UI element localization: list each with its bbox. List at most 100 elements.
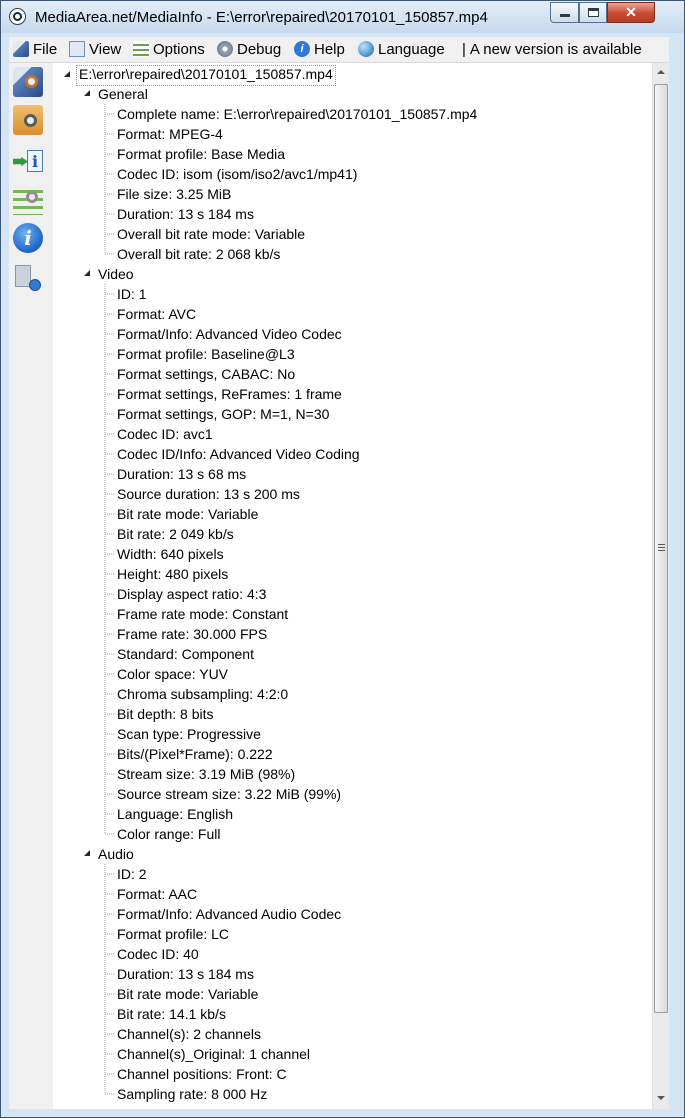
tree-item[interactable]: Channel(s)_Original: 1 channel [117, 1044, 310, 1064]
about-icon[interactable]: i [13, 223, 43, 253]
menu-new-version[interactable]: | A new version is available [462, 39, 642, 59]
tree-item[interactable]: Format: MPEG-4 [117, 124, 223, 144]
tree-section-audio[interactable]: Audio [98, 844, 134, 864]
menu-debug-label: Debug [237, 40, 282, 58]
tree-item[interactable]: Channel(s): 2 channels [117, 1024, 261, 1044]
tree-item[interactable]: Codec ID/Info: Advanced Video Coding [117, 444, 360, 464]
tree-item[interactable]: File size: 3.25 MiB [117, 184, 231, 204]
scroll-down-icon[interactable] [657, 1096, 665, 1100]
grip-icon [658, 544, 665, 552]
tree-item[interactable]: ID: 2 [117, 864, 147, 884]
tree-item[interactable]: Duration: 13 s 184 ms [117, 964, 254, 984]
tree-item[interactable]: Source stream size: 3.22 MiB (99%) [117, 784, 341, 804]
title-bar[interactable]: MediaArea.net/MediaInfo - E:\error\repai… [1, 1, 684, 33]
scrollbar-thumb[interactable] [654, 84, 668, 1013]
mediainfo-window: MediaArea.net/MediaInfo - E:\error\repai… [0, 0, 685, 1118]
open-folder-icon[interactable] [13, 105, 43, 135]
tree-section-video[interactable]: Video [98, 264, 134, 284]
options-icon [133, 41, 149, 57]
tree-item[interactable]: Bit depth: 8 bits [117, 704, 214, 724]
maximize-icon [588, 8, 599, 17]
tree-item[interactable]: Bit rate mode: Variable [117, 504, 258, 524]
tree-item[interactable]: Duration: 13 s 184 ms [117, 204, 254, 224]
close-button[interactable]: ✕ [607, 2, 655, 23]
menu-language-label: Language [378, 40, 445, 58]
tree-item[interactable]: Color space: YUV [117, 664, 228, 684]
maximize-button[interactable] [579, 2, 607, 23]
window-title: MediaArea.net/MediaInfo - E:\error\repai… [35, 9, 488, 26]
tree-item[interactable]: Codec ID: isom (isom/iso2/avc1/mp41) [117, 164, 357, 184]
tree-item[interactable]: Height: 480 pixels [117, 564, 228, 584]
minimize-button[interactable] [550, 2, 579, 23]
menu-file-label: File [33, 40, 58, 58]
tree-item[interactable]: Scan type: Progressive [117, 724, 261, 744]
window-frame-right [669, 37, 684, 1109]
tree-item[interactable]: Format: AAC [117, 884, 197, 904]
window-frame-bottom [1, 1109, 684, 1117]
open-file-icon[interactable] [13, 67, 43, 97]
tree-item[interactable]: Standard: Component [117, 644, 254, 664]
tree-item[interactable]: Overall bit rate: 2 068 kb/s [117, 244, 280, 264]
menu-language[interactable]: Language [358, 39, 445, 59]
menu-view-label: View [89, 40, 122, 58]
tree-item[interactable]: Width: 640 pixels [117, 544, 224, 564]
sidebar-toolbar: i [9, 63, 53, 1109]
menu-view[interactable]: View [69, 39, 121, 59]
tree-item[interactable]: Stream size: 3.19 MiB (98%) [117, 764, 295, 784]
language-icon [358, 41, 374, 57]
tree-root-file[interactable]: E:\error\repaired\20170101_150857.mp4 [76, 65, 336, 86]
info-tree-view[interactable]: E:\error\repaired\20170101_150857.mp4 Ge… [53, 63, 652, 1109]
tree-item[interactable]: Bit rate mode: Variable [117, 984, 258, 1004]
tree-item[interactable]: Source duration: 13 s 200 ms [117, 484, 300, 504]
tree-item[interactable]: Language: English [117, 804, 233, 824]
section-expander-icon[interactable] [84, 270, 90, 276]
web-knowledge-icon[interactable] [13, 263, 43, 293]
menu-help[interactable]: i Help [294, 39, 345, 59]
vertical-scrollbar[interactable] [652, 63, 669, 1109]
tree-item[interactable]: Format profile: LC [117, 924, 229, 944]
tree-section-general[interactable]: General [98, 84, 148, 104]
tree-item[interactable]: Format profile: Base Media [117, 144, 285, 164]
tree-item[interactable]: Chroma subsampling: 4:2:0 [117, 684, 288, 704]
tree-item[interactable]: Frame rate: 30.000 FPS [117, 624, 267, 644]
tree-item[interactable]: Overall bit rate mode: Variable [117, 224, 305, 244]
tree-item[interactable]: Format settings, ReFrames: 1 frame [117, 384, 342, 404]
tree-item[interactable]: Bit rate: 2 049 kb/s [117, 524, 234, 544]
view-icon [69, 41, 85, 57]
tree-item[interactable]: ID: 1 [117, 284, 147, 304]
export-icon[interactable] [13, 147, 43, 177]
new-version-notice: A new version is available [469, 40, 642, 58]
tree-item[interactable]: Display aspect ratio: 4:3 [117, 584, 266, 604]
tree-item[interactable]: Codec ID: 40 [117, 944, 199, 964]
tree-item[interactable]: Bit rate: 14.1 kb/s [117, 1004, 226, 1024]
section-expander-icon[interactable] [84, 90, 90, 96]
root-expander-icon[interactable] [64, 71, 70, 77]
tree-item[interactable]: Format settings, GOP: M=1, N=30 [117, 404, 329, 424]
debug-icon [217, 41, 233, 57]
tree-item[interactable]: Format settings, CABAC: No [117, 364, 295, 384]
tree-item[interactable]: Color range: Full [117, 824, 221, 844]
tree-item[interactable]: Format: AVC [117, 304, 196, 324]
tree-item[interactable]: Format/Info: Advanced Audio Codec [117, 904, 341, 924]
tree-item[interactable]: Bits/(Pixel*Frame): 0.222 [117, 744, 273, 764]
tree-item[interactable]: Format/Info: Advanced Video Codec [117, 324, 342, 344]
tree-item[interactable]: Codec ID: avc1 [117, 424, 213, 444]
scroll-up-icon[interactable] [657, 70, 665, 74]
tree-item[interactable]: Frame rate mode: Constant [117, 604, 288, 624]
help-icon: i [294, 41, 310, 57]
preferences-icon[interactable] [13, 185, 43, 215]
section-expander-icon[interactable] [84, 850, 90, 856]
tree-item[interactable]: Complete name: E:\error\repaired\2017010… [117, 104, 477, 124]
app-icon[interactable] [9, 8, 26, 25]
menu-options-label: Options [153, 40, 205, 58]
menu-bar: File View Options Debug i Help Language … [9, 37, 678, 63]
tree-item[interactable]: Format profile: Baseline@L3 [117, 344, 295, 364]
tree-item[interactable]: Duration: 13 s 68 ms [117, 464, 246, 484]
tree-item[interactable]: Channel positions: Front: C [117, 1064, 287, 1084]
file-icon [13, 41, 29, 57]
menu-help-label: Help [314, 40, 345, 58]
tree-item[interactable]: Sampling rate: 8 000 Hz [117, 1084, 267, 1104]
menu-file[interactable]: File [13, 39, 57, 59]
menu-debug[interactable]: Debug [217, 39, 281, 59]
menu-options[interactable]: Options [133, 39, 205, 59]
